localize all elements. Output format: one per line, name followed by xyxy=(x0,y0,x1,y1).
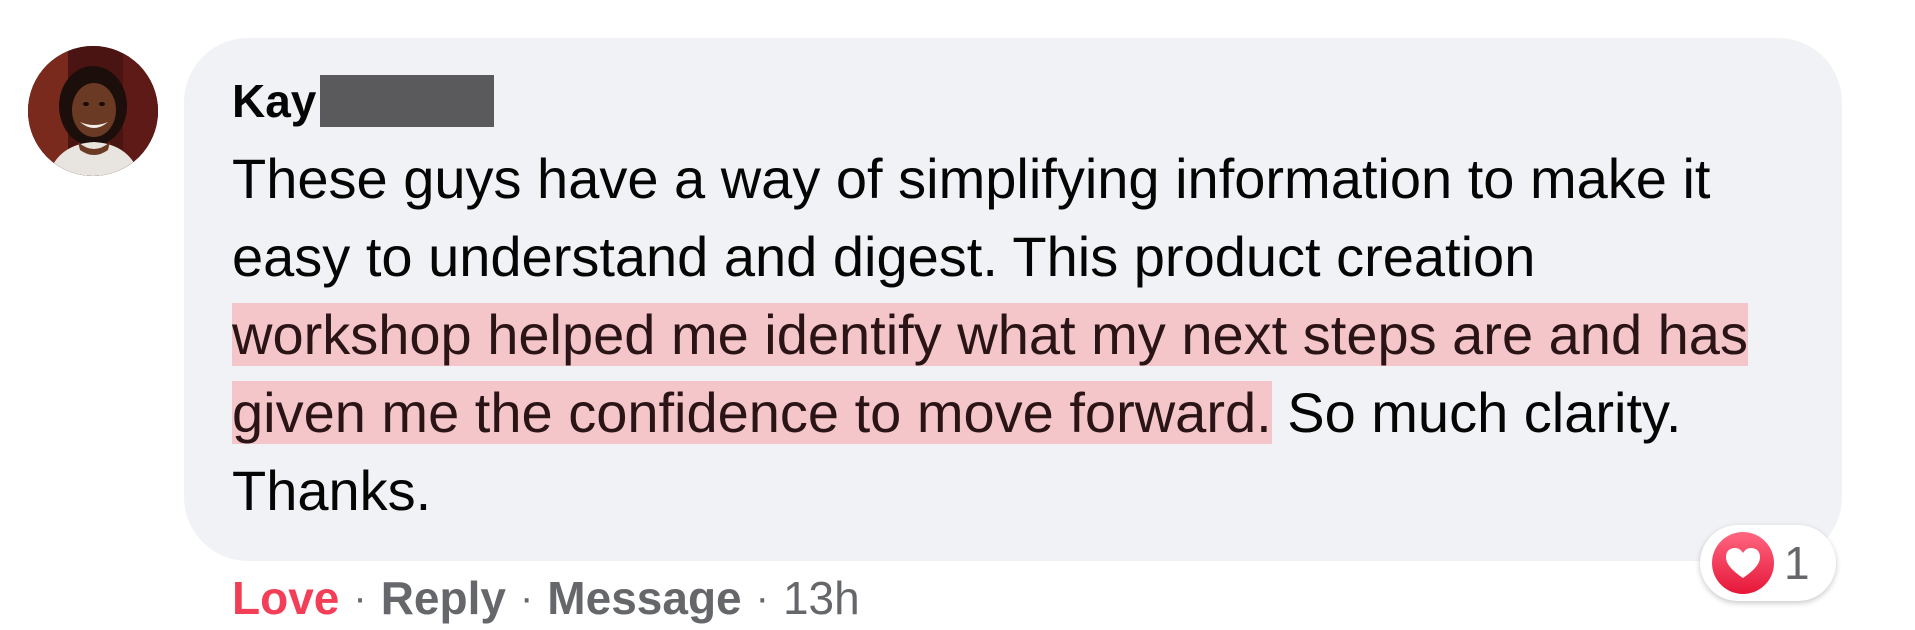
reply-button[interactable]: Reply xyxy=(381,571,506,625)
avatar[interactable] xyxy=(28,46,158,176)
author-row: Kay xyxy=(232,70,1842,132)
avatar-photo xyxy=(28,46,158,176)
reaction-summary[interactable]: 1 xyxy=(1700,525,1836,601)
love-button[interactable]: Love xyxy=(232,571,339,625)
comment-text: These guys have a way of simplifying inf… xyxy=(232,140,1762,530)
separator: · xyxy=(519,575,534,620)
heart-icon xyxy=(1712,532,1774,594)
reaction-count: 1 xyxy=(1784,537,1810,589)
separator: · xyxy=(755,575,769,620)
timestamp[interactable]: 13h xyxy=(783,571,860,625)
message-button[interactable]: Message xyxy=(547,571,741,625)
comment-actions: Love · Reply · Message · 13h xyxy=(232,568,860,628)
separator: · xyxy=(353,575,367,620)
author-name[interactable]: Kay xyxy=(232,70,316,132)
redacted-surname xyxy=(320,75,495,127)
comment-thread: Kay These guys have a way of simplifying… xyxy=(0,0,1915,630)
comment-bubble: Kay These guys have a way of simplifying… xyxy=(184,38,1842,561)
comment-text-before: These guys have a way of simplifying inf… xyxy=(232,147,1711,288)
